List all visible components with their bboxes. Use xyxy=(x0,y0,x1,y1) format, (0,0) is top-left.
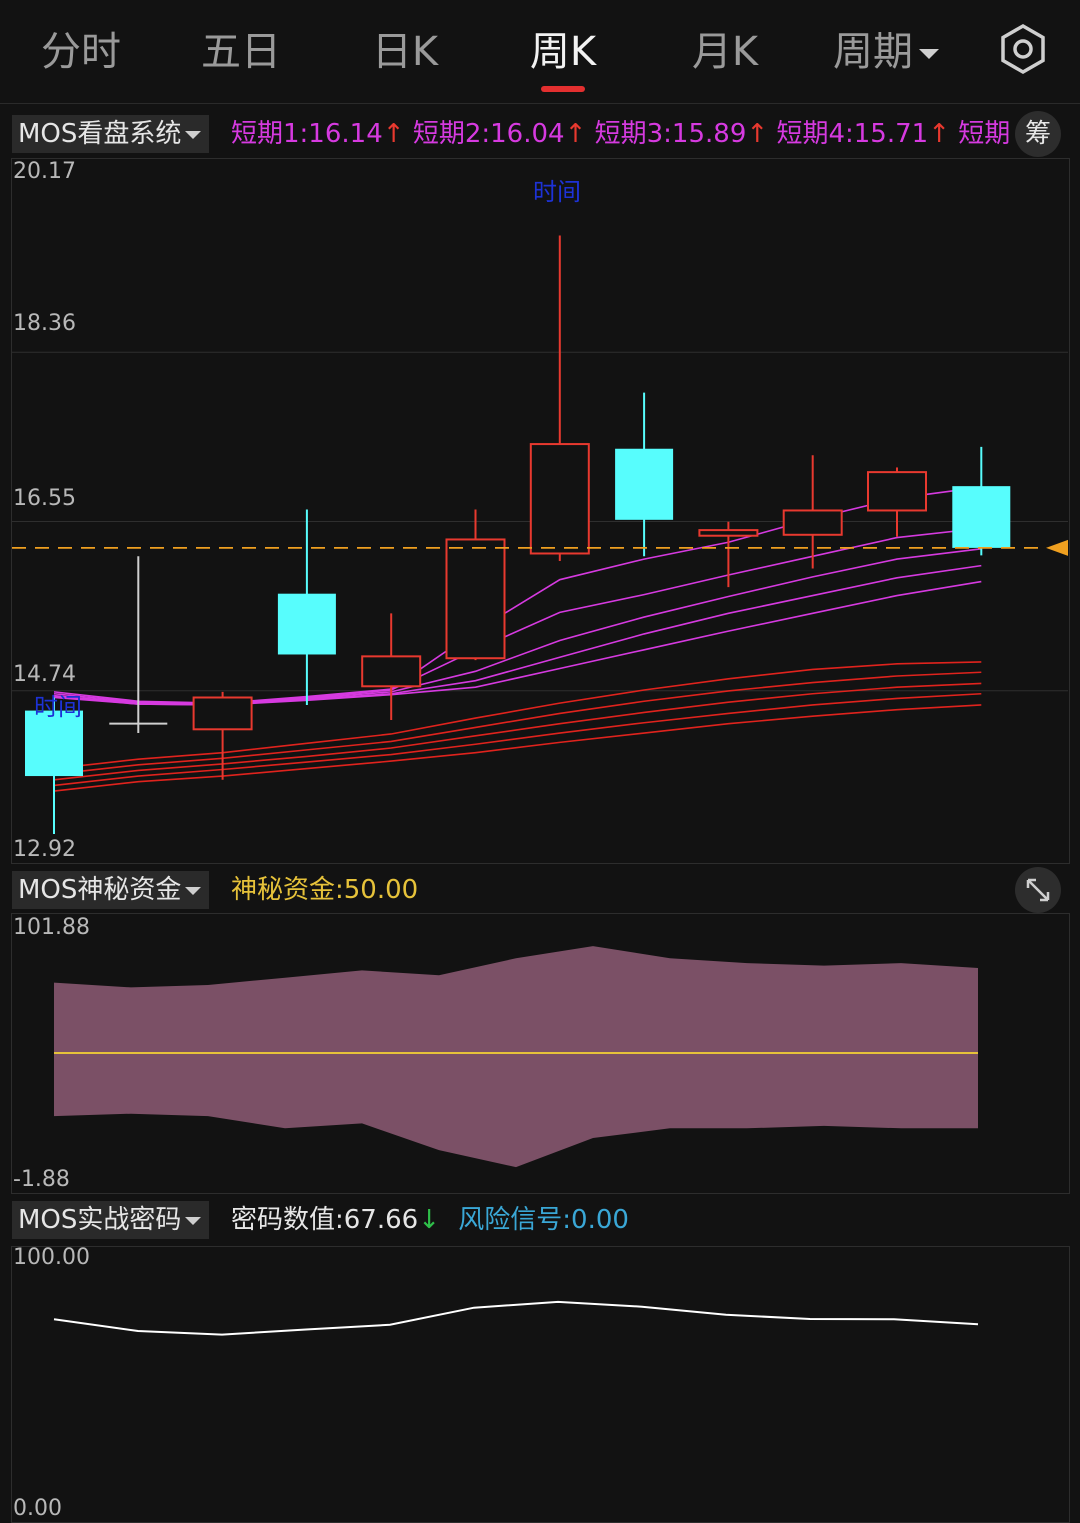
sub2-axis-min: 0.00 xyxy=(13,1496,62,1521)
code-value-line xyxy=(53,1300,979,1336)
code-value-chart xyxy=(53,1300,979,1336)
sub2-axis-max: 100.00 xyxy=(13,1245,90,1270)
